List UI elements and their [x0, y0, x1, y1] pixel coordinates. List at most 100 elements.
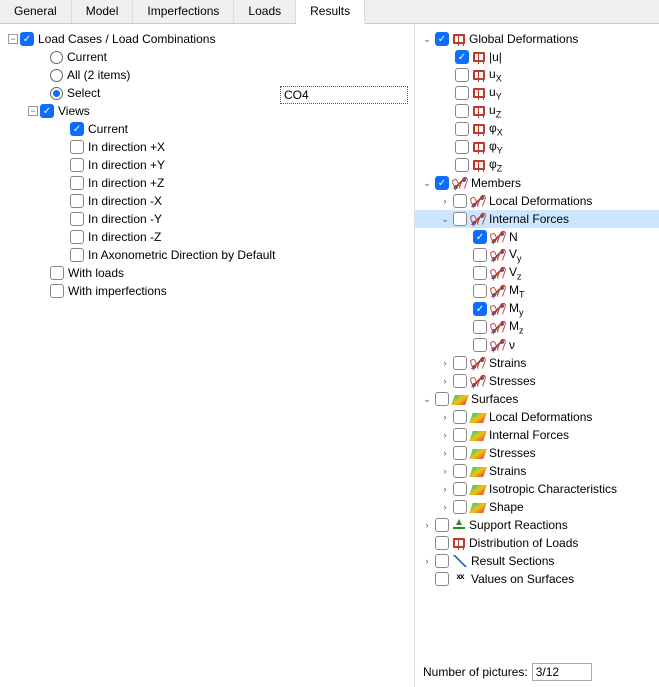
chk-members[interactable]: ✓: [435, 176, 449, 190]
lbl-vy: Vy: [509, 247, 522, 263]
chk-mz[interactable]: [473, 320, 487, 334]
chk-views[interactable]: ✓: [40, 104, 54, 118]
left-tree-panel: − ✓ Load Cases / Load Combinations Curre…: [0, 24, 415, 687]
chk-load-cases[interactable]: ✓: [20, 32, 34, 46]
chk-nu[interactable]: [473, 338, 487, 352]
chk-view-mz[interactable]: [70, 230, 84, 244]
surface-icon: [469, 485, 487, 495]
chk-view-axo[interactable]: [70, 248, 84, 262]
section-icon: [453, 555, 467, 567]
lbl-view-axo: In Axonometric Direction by Default: [88, 248, 275, 262]
lbl-current: Current: [67, 50, 107, 64]
surface-icon: [469, 467, 487, 477]
num-pictures-input[interactable]: [532, 663, 592, 681]
chk-u[interactable]: ✓: [455, 50, 469, 64]
lbl-nu: ν: [509, 338, 515, 352]
surface-icon: [451, 395, 469, 405]
chk-local-def[interactable]: [453, 194, 467, 208]
tab-model[interactable]: Model: [72, 0, 134, 23]
chevron-right-icon[interactable]: ›: [439, 375, 451, 387]
lbl-strains: Strains: [489, 356, 526, 370]
chevron-right-icon[interactable]: ›: [439, 195, 451, 207]
chk-values-surf[interactable]: [435, 572, 449, 586]
chk-phiy[interactable]: [455, 140, 469, 154]
radio-select[interactable]: [50, 87, 63, 100]
chk-mt[interactable]: [473, 284, 487, 298]
lbl-u: |u|: [489, 50, 502, 64]
global-deformation-icon: [453, 34, 465, 44]
chk-s-iso[interactable]: [453, 482, 467, 496]
chevron-right-icon[interactable]: ›: [421, 519, 433, 531]
chk-stresses[interactable]: [453, 374, 467, 388]
surface-icon: [469, 449, 487, 459]
chk-with-imperf[interactable]: [50, 284, 64, 298]
chk-internal-forces[interactable]: [453, 212, 467, 226]
chk-vz[interactable]: [473, 266, 487, 280]
chevron-right-icon[interactable]: ›: [439, 357, 451, 369]
chk-phiz[interactable]: [455, 158, 469, 172]
deform-icon: [473, 70, 485, 80]
chk-s-stresses[interactable]: [453, 446, 467, 460]
chk-uy[interactable]: [455, 86, 469, 100]
tab-imperfections[interactable]: Imperfections: [133, 0, 234, 23]
chk-ux[interactable]: [455, 68, 469, 82]
tab-general[interactable]: General: [0, 0, 72, 23]
chk-result-sections[interactable]: [435, 554, 449, 568]
lbl-views: Views: [58, 104, 90, 118]
radio-current[interactable]: [50, 51, 63, 64]
chevron-right-icon[interactable]: ›: [439, 483, 451, 495]
lbl-uy: uY: [489, 85, 502, 101]
chk-s-localdef[interactable]: [453, 410, 467, 424]
chk-surfaces[interactable]: [435, 392, 449, 406]
chk-strains[interactable]: [453, 356, 467, 370]
chk-view-py[interactable]: [70, 158, 84, 172]
lbl-s-iso: Isotropic Characteristics: [489, 482, 617, 496]
lbl-uz: uZ: [489, 103, 501, 119]
chevron-right-icon[interactable]: ›: [439, 429, 451, 441]
chk-support[interactable]: [435, 518, 449, 532]
chevron-right-icon[interactable]: ›: [439, 501, 451, 513]
chk-with-loads[interactable]: [50, 266, 64, 280]
chk-s-shape[interactable]: [453, 500, 467, 514]
member-icon: [453, 177, 467, 189]
chevron-down-icon[interactable]: ⌄: [421, 393, 433, 405]
lbl-load-cases: Load Cases / Load Combinations: [38, 32, 215, 46]
deform-icon: [473, 160, 485, 170]
chk-my[interactable]: ✓: [473, 302, 487, 316]
chk-phix[interactable]: [455, 122, 469, 136]
lbl-view-px: In direction +X: [88, 140, 165, 154]
chevron-right-icon[interactable]: ›: [439, 447, 451, 459]
chk-uz[interactable]: [455, 104, 469, 118]
chevron-right-icon[interactable]: ›: [439, 465, 451, 477]
chk-view-pz[interactable]: [70, 176, 84, 190]
lbl-phix: φX: [489, 121, 503, 137]
lbl-surfaces: Surfaces: [471, 392, 518, 406]
chevron-right-icon[interactable]: ›: [421, 555, 433, 567]
select-value-input[interactable]: [280, 86, 408, 104]
chk-s-internal[interactable]: [453, 428, 467, 442]
chk-view-mx[interactable]: [70, 194, 84, 208]
distribution-icon: [453, 538, 465, 548]
lbl-num-pictures: Number of pictures:: [423, 665, 528, 679]
radio-all[interactable]: [50, 69, 63, 82]
chk-view-my[interactable]: [70, 212, 84, 226]
member-icon: [471, 213, 485, 225]
chk-global-def[interactable]: ✓: [435, 32, 449, 46]
tab-loads[interactable]: Loads: [234, 0, 296, 23]
chk-view-current[interactable]: ✓: [70, 122, 84, 136]
chevron-down-icon[interactable]: ⌄: [421, 33, 433, 45]
collapse-icon[interactable]: −: [8, 34, 18, 44]
chk-s-strains[interactable]: [453, 464, 467, 478]
collapse-views-icon[interactable]: −: [28, 106, 38, 116]
chk-n[interactable]: ✓: [473, 230, 487, 244]
chevron-down-icon[interactable]: ⌄: [439, 213, 451, 225]
member-icon: [491, 285, 505, 297]
chk-vy[interactable]: [473, 248, 487, 262]
values-icon: xx: [453, 572, 467, 586]
chevron-down-icon[interactable]: ⌄: [421, 177, 433, 189]
chevron-right-icon[interactable]: ›: [439, 411, 451, 423]
lbl-with-imperf: With imperfections: [68, 284, 167, 298]
chk-view-px[interactable]: [70, 140, 84, 154]
chk-dist-loads[interactable]: [435, 536, 449, 550]
tab-results[interactable]: Results: [296, 0, 365, 24]
